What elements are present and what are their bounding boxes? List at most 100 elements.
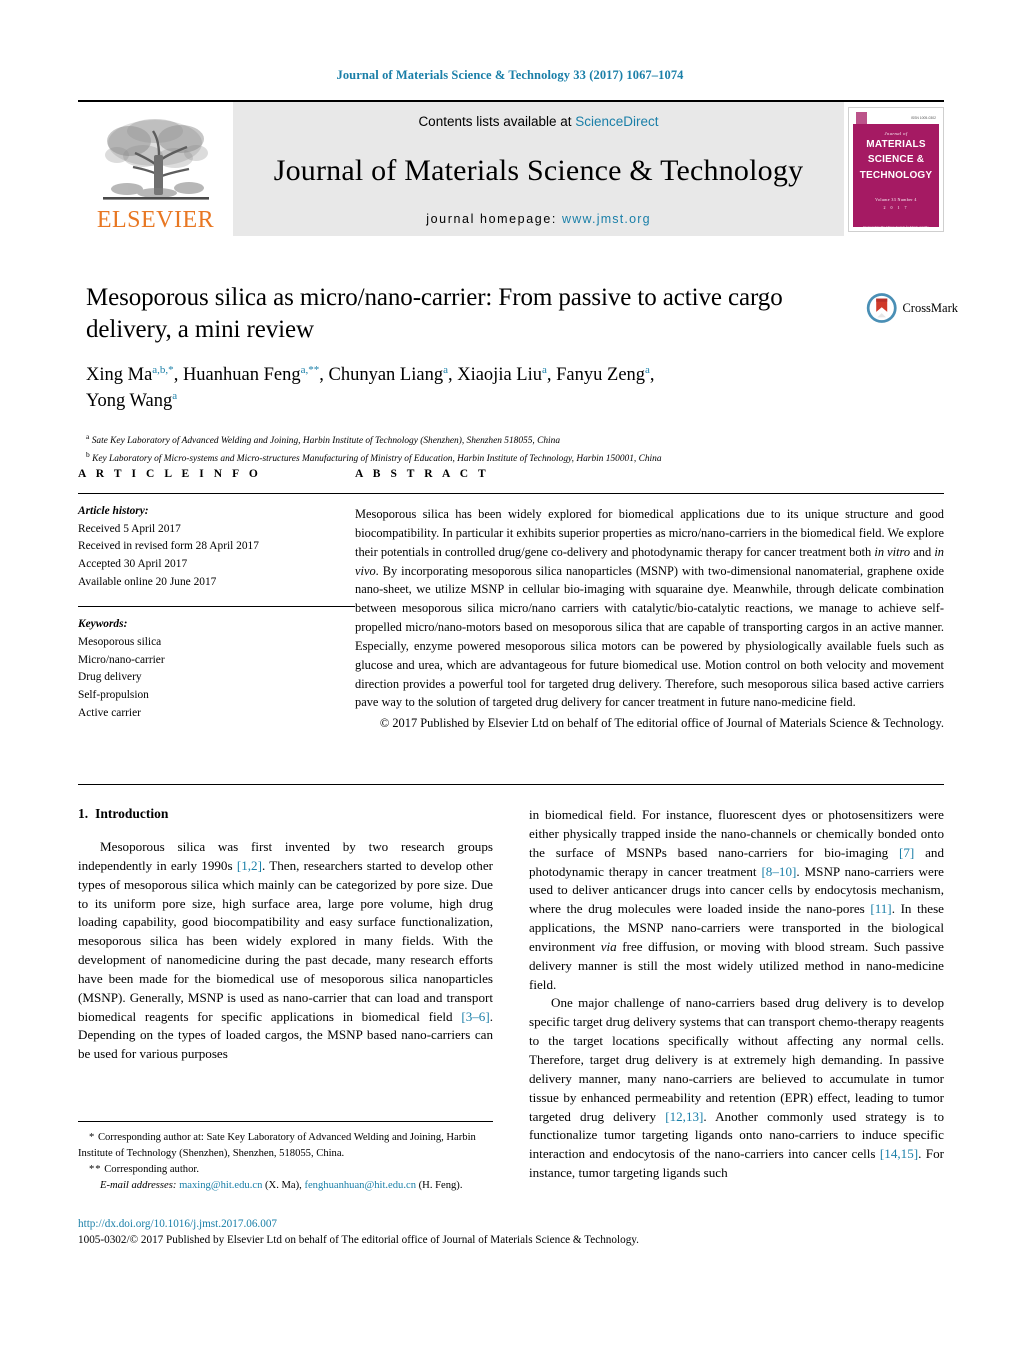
- elsevier-tree-icon: [102, 119, 209, 200]
- footer-block: http://dx.doi.org/10.1016/j.jmst.2017.06…: [78, 1217, 944, 1248]
- homepage-prefix: journal homepage:: [426, 212, 563, 226]
- crossmark-label: CrossMark: [902, 300, 958, 315]
- journal-homepage-line: journal homepage: www.jmst.org: [233, 212, 844, 226]
- sciencedirect-link[interactable]: ScienceDirect: [575, 114, 658, 129]
- author-affil-marker: a: [542, 363, 547, 376]
- email-owner-1: (X. Ma),: [262, 1179, 305, 1191]
- contents-available-line: Contents lists available at ScienceDirec…: [233, 114, 844, 129]
- journal-title: Journal of Materials Science & Technolog…: [273, 154, 804, 187]
- history-item: Received in revised form 28 April 2017: [78, 540, 259, 553]
- cover-title-line2: SCIENCE &: [867, 154, 925, 165]
- journal-cover-thumbnail[interactable]: ISSN 1005-0302 Journal of MATERIALS SCIE…: [848, 106, 944, 232]
- doi-link[interactable]: http://dx.doi.org/10.1016/j.jmst.2017.06…: [78, 1217, 944, 1233]
- citation-ref[interactable]: [14,15]: [880, 1146, 918, 1161]
- abstract-part-3: . By incorporating mesoporous silica nan…: [355, 563, 944, 710]
- email-owner-2: (H. Feng).: [416, 1179, 463, 1191]
- section-title: Introduction: [95, 806, 169, 821]
- cover-volume-line: Volume 33 Number 4: [875, 197, 917, 202]
- footnote-corresponding-1: * Corresponding author at: Sate Key Labo…: [78, 1130, 493, 1162]
- text-run: . Then, researchers started to develop o…: [78, 857, 493, 1024]
- keyword-item: Micro/nano-carrier: [78, 653, 165, 666]
- cover-issn-code: ISSN 1005-0302: [910, 115, 936, 120]
- abstract-italic-1: in vitro: [874, 544, 911, 559]
- footnote-text: Corresponding author.: [101, 1163, 199, 1175]
- citation-ref[interactable]: [8–10]: [761, 864, 796, 879]
- history-item: Accepted 30 April 2017: [78, 558, 188, 571]
- author-affil-marker: a,**: [300, 363, 320, 376]
- affiliation-b: b Key Laboratory of Micro-systems and Mi…: [86, 449, 858, 467]
- issn-copyright-line: 1005-0302/© 2017 Published by Elsevier L…: [78, 1233, 639, 1246]
- intro-paragraph-right-1: in biomedical field. For instance, fluor…: [529, 806, 944, 994]
- author-name: Chunyan Liang: [328, 365, 444, 385]
- running-head: Journal of Materials Science & Technolog…: [336, 68, 684, 82]
- abstract-part-2: and: [910, 544, 935, 559]
- article-history-title: Article history:: [78, 505, 149, 517]
- affiliation-a: a Sate Key Laboratory of Advanced Weldin…: [86, 431, 858, 449]
- elsevier-wordmark: ELSEVIER: [96, 207, 215, 233]
- crossmark-badge[interactable]: CrossMark: [866, 287, 958, 329]
- keywords-block: Keywords: Mesoporous silica Micro/nano-c…: [78, 607, 355, 722]
- keywords-title: Keywords:: [78, 618, 128, 631]
- abstract-copyright: © 2017 Published by Elsevier Ltd on beha…: [379, 716, 944, 731]
- masthead-center: Contents lists available at ScienceDirec…: [233, 102, 844, 236]
- author-name: Fanyu Zeng: [556, 365, 646, 385]
- history-item: Received 5 April 2017: [78, 522, 181, 535]
- elsevier-logo: ELSEVIER: [78, 102, 233, 236]
- info-abstract-section: A R T I C L E I N F O Article history: R…: [78, 468, 944, 733]
- author-5: Fanyu Zenga: [556, 363, 650, 385]
- keyword-item: Active carrier: [78, 706, 141, 719]
- email-address-2[interactable]: fenghuanhuan@hit.edu.cn: [304, 1180, 416, 1191]
- citation-ref[interactable]: [3–6]: [461, 1009, 489, 1024]
- author-name: Huanhuan Feng: [182, 365, 301, 385]
- article-history: Article history: Received 5 April 2017 R…: [78, 494, 355, 591]
- journal-masthead: ELSEVIER Contents lists available at Sci…: [78, 100, 944, 236]
- section-divider: [78, 784, 944, 785]
- email-address-1[interactable]: maxing@hit.edu.cn: [179, 1180, 262, 1191]
- author-1: Xing Maa,b,*: [86, 363, 174, 385]
- author-4: Xiaojia Liua: [457, 363, 547, 385]
- abstract-part-1: Mesoporous silica has been widely explor…: [355, 507, 944, 559]
- right-column: in biomedical field. For instance, fluor…: [529, 806, 944, 1183]
- author-6: Yong Wanga: [86, 390, 178, 412]
- author-3: Chunyan Lianga: [328, 363, 448, 385]
- cover-footer-text: Sponsored by The Chinese Society for Met…: [860, 225, 932, 232]
- text-run: One major challenge of nano-carriers bas…: [529, 995, 944, 1124]
- title-block: Mesoporous silica as micro/nano-carrier:…: [86, 282, 858, 467]
- journal-homepage-link[interactable]: www.jmst.org: [562, 212, 651, 226]
- keyword-item: Mesoporous silica: [78, 636, 162, 649]
- author-affil-marker: a: [172, 390, 178, 403]
- affiliation-marker: a: [86, 431, 90, 441]
- author-name: Yong Wang: [86, 391, 173, 412]
- page-title: Mesoporous silica as micro/nano-carrier:…: [86, 284, 783, 343]
- author-affil-marker: a,b,*: [152, 363, 174, 376]
- affiliation-text: Key Laboratory of Micro-systems and Micr…: [92, 454, 662, 465]
- author-list: Xing Maa,b,*, Huanhuan Fenga,**, Chunyan…: [86, 363, 655, 412]
- footnote-emails: E-mail addresses: maxing@hit.edu.cn (X. …: [78, 1178, 493, 1194]
- affiliation-text: Sate Key Laboratory of Advanced Welding …: [91, 435, 561, 446]
- cover-elsevier-mark-icon: [856, 111, 867, 124]
- intro-paragraph-right-2: One major challenge of nano-carriers bas…: [529, 994, 944, 1182]
- footnote-text: Corresponding author at: Sate Key Labora…: [78, 1132, 476, 1159]
- author-affil-marker: a: [645, 363, 650, 376]
- cover-title-line3: TECHNOLOGY: [859, 169, 933, 181]
- cover-title-line1: MATERIALS: [866, 138, 926, 150]
- keyword-item: Self-propulsion: [78, 689, 149, 702]
- citation-ref[interactable]: [7]: [899, 845, 914, 860]
- intro-paragraph-left: Mesoporous silica was first invented by …: [78, 838, 493, 1064]
- crossmark-icon: [866, 293, 897, 323]
- author-affil-marker: a: [443, 363, 448, 376]
- footnotes-block: * Corresponding author at: Sate Key Labo…: [78, 1121, 493, 1194]
- affiliations: a Sate Key Laboratory of Advanced Weldin…: [86, 431, 858, 468]
- footnote-marker: **: [89, 1163, 102, 1175]
- citation-ref[interactable]: [12,13]: [665, 1109, 703, 1124]
- article-info-heading: A R T I C L E I N F O: [78, 468, 262, 480]
- section-number: 1.: [78, 806, 89, 821]
- journal-cover-cell: ISSN 1005-0302 Journal of MATERIALS SCIE…: [844, 102, 944, 236]
- abstract-text: Mesoporous silica has been widely explor…: [355, 494, 944, 733]
- citation-ref[interactable]: [11]: [870, 901, 891, 916]
- citation-ref[interactable]: [1,2]: [237, 858, 262, 873]
- abstract-heading: A B S T R A C T: [355, 468, 490, 480]
- history-item: Available online 20 June 2017: [78, 575, 217, 588]
- affiliation-marker: b: [86, 449, 90, 459]
- contents-prefix: Contents lists available at: [418, 114, 576, 129]
